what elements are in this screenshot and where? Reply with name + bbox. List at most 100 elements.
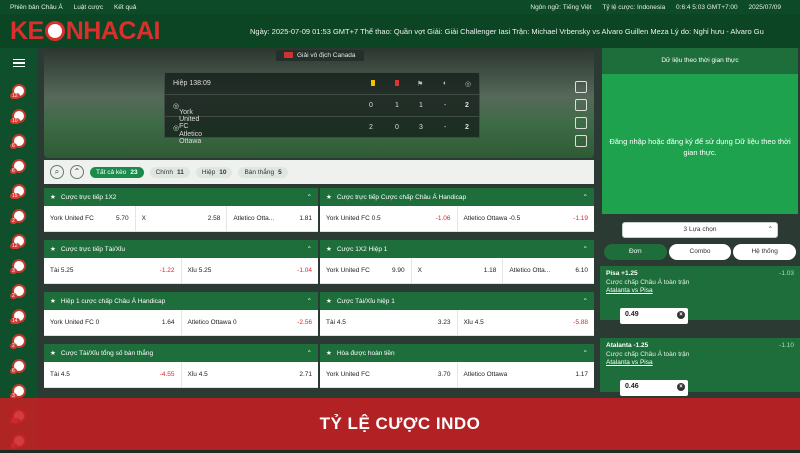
selection-label: Xỉu 5.25 [187, 267, 212, 274]
market-card: ★ Cược trực tiếp Tài/Xỉu ⌃ Tài 5.25 -1.22 Xỉu… [44, 240, 318, 284]
chevron-up-icon[interactable]: ⌃ [583, 193, 588, 201]
sidebar-sport-item[interactable]: 10 [0, 103, 38, 128]
sidebar-sport-item[interactable]: 6 [0, 128, 38, 153]
sidebar-sport-item[interactable]: 12 [0, 228, 38, 253]
clock: 0:6:4 5:03 GMT+7:00 [676, 3, 738, 11]
sidebar-sport-item[interactable]: 6 [0, 353, 38, 378]
odds-cell[interactable]: Atletico Otta... 6.10 [503, 258, 594, 283]
chevron-up-icon[interactable]: ⌃ [583, 349, 588, 357]
chevron-up-icon[interactable]: ⌃ [307, 349, 312, 357]
rules-link[interactable]: Luật cược [74, 4, 104, 11]
odds-row: York United FC 0 1.64 Atletico Ottawa 0 -2.… [44, 310, 318, 336]
top-bar: Phiên bản Châu Á Luật cược Kết quả Ngôn … [0, 0, 800, 14]
tab-main[interactable]: Chính 11 [149, 166, 190, 178]
sport-count-badge: 10 [10, 118, 20, 124]
sidebar-sport-item[interactable]: 2 [0, 328, 38, 353]
slip-match-link[interactable]: Atalanta vs Pisa [606, 287, 794, 294]
odds-cell[interactable]: Atletico Ottawa 1.17 [458, 362, 595, 387]
odds-cell[interactable]: Tài 4.5 3.23 [320, 310, 458, 335]
clear-icon[interactable]: × [677, 383, 685, 391]
market-header[interactable]: ★ Cược 1X2 Hiệp 1 ⌃ [320, 240, 594, 258]
sidebar-sport-item[interactable]: 12 [0, 78, 38, 103]
star-icon[interactable]: ★ [50, 246, 56, 253]
market-header[interactable]: ★ Cược Tài/Xỉu hiệp 1 ⌃ [320, 292, 594, 310]
download-icon[interactable] [575, 135, 587, 147]
asian-version-link[interactable]: Phiên bản Châu Á [10, 4, 63, 11]
market-header[interactable]: ★ Cược trực tiếp 1X2 ⌃ [44, 188, 318, 206]
odds-cell[interactable]: York United FC 5.70 [44, 206, 136, 231]
market-title: Cược 1X2 Hiệp 1 [336, 246, 388, 253]
tab-goals[interactable]: Bàn thắng 5 [238, 166, 288, 178]
stats-icon[interactable] [575, 99, 587, 111]
sidebar-sport-item[interactable]: 6 [0, 153, 38, 178]
logo[interactable]: KE NHACAI [0, 17, 210, 46]
collapse-icon[interactable]: ⌃ [70, 165, 84, 179]
odds-cell[interactable]: Tài 4.5 -4.55 [44, 362, 182, 387]
chevron-up-icon[interactable]: ⌃ [307, 245, 312, 253]
sidebar-sport-item[interactable]: 3 [0, 253, 38, 278]
sports-sidebar: 121066152123214263122 [0, 48, 38, 450]
odds-cell[interactable]: X 2.58 [136, 206, 228, 231]
sidebar-sport-item[interactable]: 15 [0, 178, 38, 203]
tab-single[interactable]: Đơn [604, 244, 667, 260]
sidebar-sport-item[interactable]: 2 [0, 203, 38, 228]
market-header[interactable]: ★ Hòa được hoàn tiền ⌃ [320, 344, 594, 362]
odds-format-select[interactable]: Tỷ lệ cược: Indonesia [602, 4, 665, 11]
away-team: ◎ Atletico Ottawa [173, 125, 203, 145]
chevron-up-icon[interactable]: ⌃ [583, 245, 588, 253]
odds-cell[interactable]: Tài 5.25 -1.22 [44, 258, 182, 283]
stake-input[interactable]: 0.46 × [620, 380, 688, 396]
sport-count-badge: 12 [10, 243, 20, 249]
star-icon[interactable]: ★ [326, 298, 332, 305]
star-icon[interactable]: ★ [326, 246, 332, 253]
away-team-row: ◎ Atletico Ottawa 2 0 3 - 2 [173, 124, 469, 145]
search-icon[interactable]: ⌕ [50, 165, 64, 179]
selection-label: Atletico Ottawa -0.5 [463, 215, 521, 222]
star-icon[interactable]: ★ [326, 194, 332, 201]
market-header[interactable]: ★ Hiệp 1 cược chấp Châu Á Handicap ⌃ [44, 292, 318, 310]
clear-icon[interactable]: × [677, 311, 685, 319]
tab-half[interactable]: Hiệp 10 [195, 166, 233, 178]
sidebar-sport-item[interactable]: 14 [0, 303, 38, 328]
star-icon[interactable]: ★ [50, 194, 56, 201]
odds-cell[interactable]: X 1.18 [412, 258, 504, 283]
star-icon[interactable]: ★ [50, 298, 56, 305]
promo-banner: TỶ LỆ CƯỢC INDO [0, 398, 800, 450]
stake-input[interactable]: 0.49 × [620, 308, 688, 324]
odds-cell[interactable]: York United FC 0 1.64 [44, 310, 182, 335]
menu-icon[interactable] [0, 48, 38, 78]
chevron-up-icon[interactable]: ⌃ [307, 193, 312, 201]
market-card: ★ Hòa được hoàn tiền ⌃ York United FC 3.70 At… [320, 344, 594, 388]
market-header[interactable]: ★ Cược Tài/Xỉu tổng số bàn thắng ⌃ [44, 344, 318, 362]
star-icon[interactable]: ★ [326, 350, 332, 357]
odds-cell[interactable]: Xỉu 5.25 -1.04 [182, 258, 319, 283]
odds-value: 5.70 [116, 215, 129, 222]
pin-icon[interactable] [575, 117, 587, 129]
odds-cell[interactable]: Xỉu 4.5 2.71 [182, 362, 319, 387]
market-header[interactable]: ★ Cược trực tiếp Cược chấp Châu Á Handica… [320, 188, 594, 206]
slip-match-link[interactable]: Atalanta vs Pisa [606, 359, 794, 366]
star-icon[interactable]: ★ [50, 350, 56, 357]
results-link[interactable]: Kết quả [114, 4, 136, 11]
selection-label: X [141, 215, 147, 222]
odds-cell[interactable]: York United FC 0.5 -1.06 [320, 206, 458, 231]
chevron-up-icon[interactable]: ⌃ [583, 297, 588, 305]
market-title: Cược Tài/Xỉu tổng số bàn thắng [60, 350, 154, 357]
slip-selection: Atalanta -1.25 [606, 342, 649, 349]
market-header[interactable]: ★ Cược trực tiếp Tài/Xỉu ⌃ [44, 240, 318, 258]
odds-cell[interactable]: Atletico Ottawa 0 -2.56 [182, 310, 319, 335]
odds-cell[interactable]: Atletico Otta... 1.81 [227, 206, 318, 231]
chevron-up-icon[interactable]: ⌃ [307, 297, 312, 305]
video-icon[interactable] [575, 81, 587, 93]
choices-button[interactable]: 3 Lựa chọn ⌃ [622, 222, 778, 238]
language-select[interactable]: Ngôn ngữ: Tiếng Việt [530, 4, 591, 11]
tab-all[interactable]: Tất cả kèo 23 [90, 166, 144, 178]
odds-cell[interactable]: York United FC 9.90 [320, 258, 412, 283]
odds-cell[interactable]: Xỉu 4.5 -5.88 [458, 310, 595, 335]
odds-cell[interactable]: York United FC 3.70 [320, 362, 458, 387]
tab-combo[interactable]: Combo [668, 244, 732, 260]
sidebar-sport-item[interactable]: 2 [0, 278, 38, 303]
tab-system[interactable]: Hệ thống [733, 244, 797, 260]
selection-label: Tài 4.5 [326, 319, 346, 326]
odds-cell[interactable]: Atletico Ottawa -0.5 -1.19 [458, 206, 595, 231]
